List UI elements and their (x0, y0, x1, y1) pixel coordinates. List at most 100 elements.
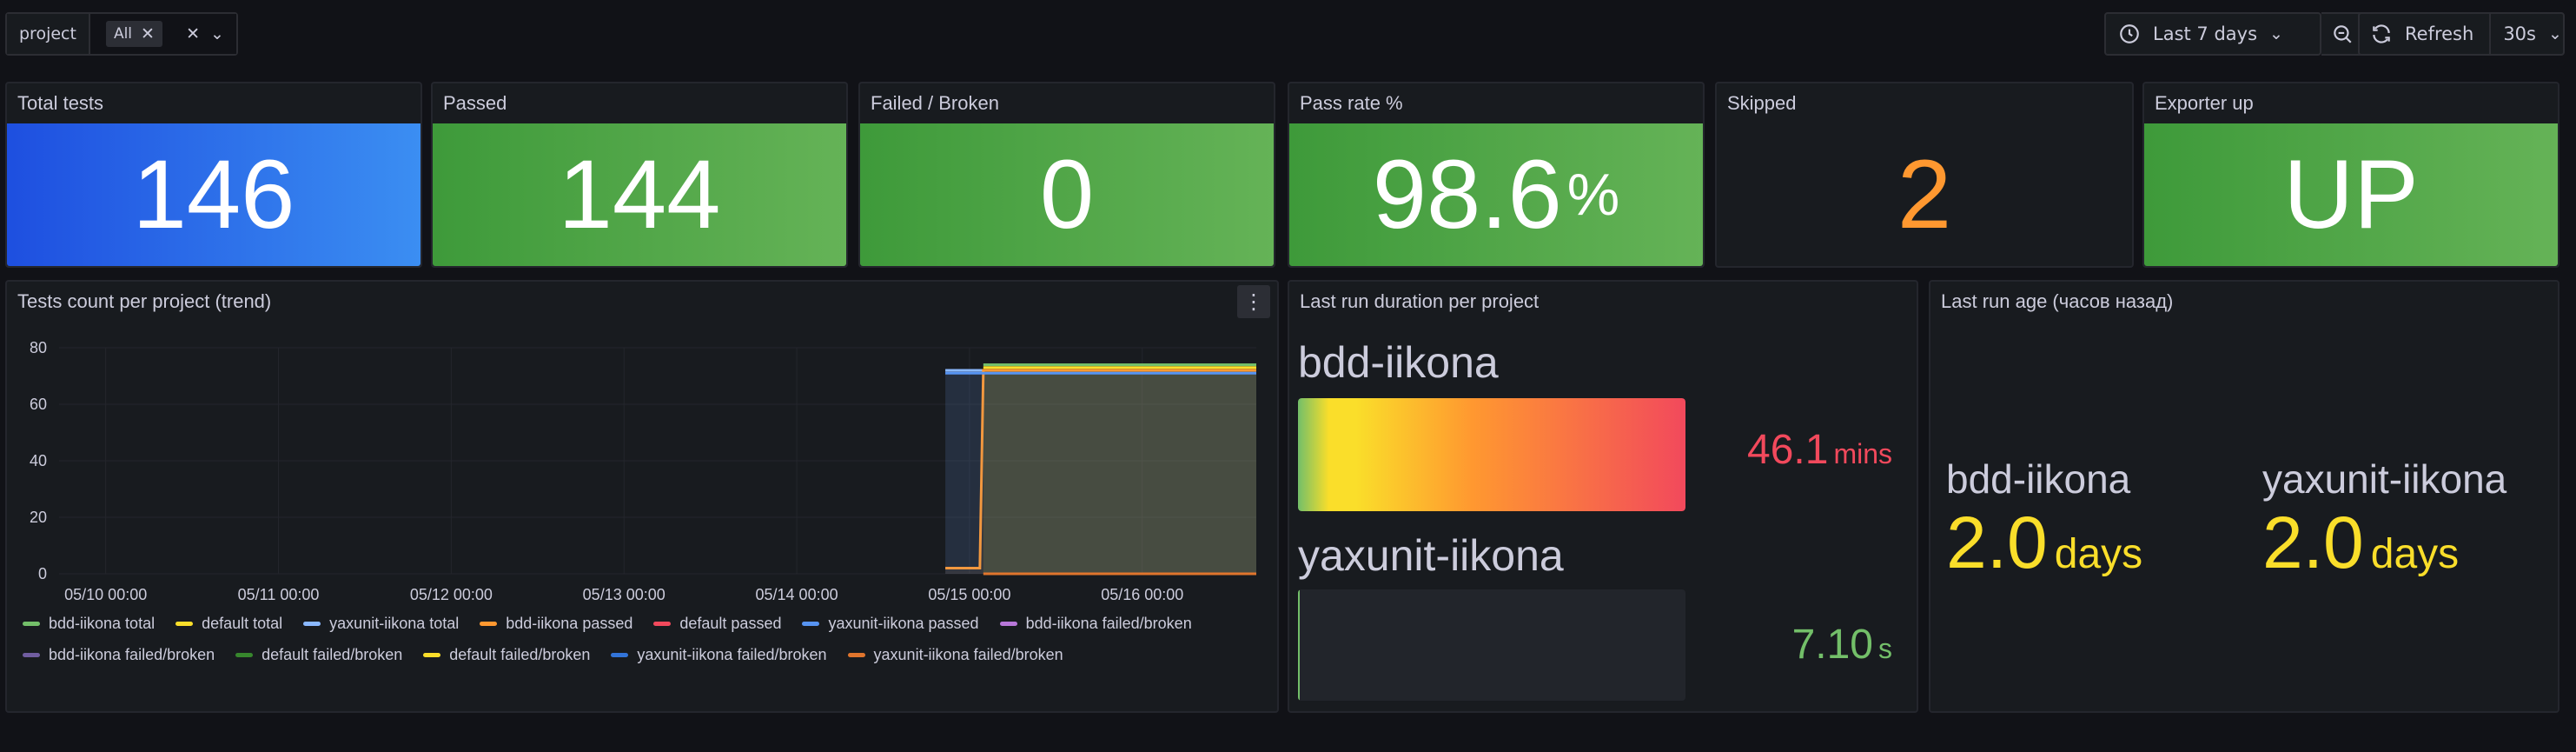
legend-label: yaxunit-iikona failed/broken (637, 645, 827, 663)
legend-swatch (23, 621, 40, 626)
legend-label: bdd-iikona total (49, 614, 156, 632)
legend-item[interactable]: bdd-iikona total (23, 614, 155, 633)
chevron-down-icon[interactable]: ⌄ (210, 24, 224, 43)
panel-title: Last run duration per project (1300, 290, 1540, 312)
y-tick-label: 40 (30, 452, 47, 469)
stat-panel-passed: Passed 144 (431, 82, 848, 268)
legend-item[interactable]: default failed/broken (235, 645, 402, 664)
legend-swatch (175, 621, 194, 626)
bar-track (1298, 589, 1685, 701)
x-tick-label: 05/11 00:00 (238, 586, 320, 603)
x-tick-label: 05/16 00:00 (1101, 586, 1183, 603)
legend-swatch (235, 652, 254, 657)
legend-item[interactable]: yaxunit-iikona failed/broken (611, 645, 827, 664)
stat-panel-failed-broken: Failed / Broken 0 (858, 82, 1275, 268)
bar-value-number: 7.10 (1791, 622, 1873, 668)
bar-label: yaxunit-iikona (1298, 531, 1564, 580)
x-tick-label: 05/15 00:00 (928, 586, 1010, 603)
legend-swatch (802, 621, 820, 626)
x-tick-label: 05/12 00:00 (410, 586, 493, 603)
stat-panel-pass-rate: Pass rate % 98.6 % (1288, 82, 1705, 268)
legend-item[interactable]: bdd-iikona passed (480, 614, 632, 633)
panel-title: Skipped (1727, 92, 1797, 114)
legend-label: yaxunit-iikona total (329, 614, 460, 632)
chip-label: All (113, 25, 133, 43)
legend-label: default failed/broken (262, 645, 403, 663)
panel-title: Failed / Broken (871, 92, 999, 114)
stat-value: 144 (558, 140, 721, 249)
bar-value-unit: mins (1833, 438, 1892, 469)
age-item: bdd-iikona 2.0 days (1946, 456, 2142, 582)
series-area (945, 373, 1256, 574)
stat-value: 98.6 (1372, 140, 1562, 249)
legend-item[interactable]: yaxunit-iikona total (303, 614, 459, 633)
refresh-interval[interactable]: 30s (2503, 23, 2536, 44)
stat-panel-skipped: Skipped 2 (1715, 82, 2134, 268)
x-tick-label: 05/14 00:00 (756, 586, 838, 603)
y-tick-label: 0 (38, 565, 47, 582)
selected-chip: All ✕ (105, 21, 162, 47)
legend-swatch (423, 652, 441, 657)
y-tick-label: 20 (30, 509, 47, 526)
variable-project: project All ✕ ✕ ⌄ (5, 12, 238, 56)
y-tick-label: 80 (30, 339, 47, 356)
refresh-label[interactable]: Refresh (2405, 23, 2473, 44)
duration-panel: Last run duration per project bdd-iikona… (1288, 280, 1918, 713)
legend-item[interactable]: yaxunit-iikona passed (802, 614, 979, 633)
clock-icon (2120, 24, 2139, 43)
bar-value-number: 46.1 (1747, 427, 1829, 473)
bar-value-unit: s (1878, 633, 1892, 664)
bar-value: 46.1 mins (1747, 426, 1892, 474)
legend-label: default total (202, 614, 283, 632)
legend-label: bdd-iikona failed/broken (49, 645, 215, 663)
legend-item[interactable]: default passed (653, 614, 781, 633)
age-number: 2.0 (1946, 502, 2048, 583)
refresh-icon[interactable] (2370, 23, 2393, 45)
chart-legend: bdd-iikona total default total yaxunit-iik… (23, 614, 1256, 664)
stat-value: 0 (1039, 140, 1095, 249)
bar-value: 7.10 s (1792, 621, 1892, 669)
time-range-picker[interactable]: Last 7 days ⌄ (2104, 12, 2321, 56)
clear-icon[interactable]: ✕ (186, 24, 200, 43)
time-range-label: Last 7 days (2153, 23, 2258, 44)
stat-value: UP (2283, 140, 2419, 249)
stat-value-area: 2 (1717, 123, 2132, 266)
panel-title: Total tests (17, 92, 104, 114)
refresh-picker[interactable]: Refresh 30s ⌄ (2358, 12, 2565, 56)
age-value: 2.0 days (2262, 502, 2506, 582)
legend-swatch (23, 652, 40, 657)
trend-chart: 0 20 40 60 80 05/10 00:00 05/11 00:00 05/12 00:… (30, 339, 1256, 603)
variable-select[interactable]: All ✕ ✕ ⌄ (89, 14, 236, 54)
panel-title: Passed (443, 92, 507, 114)
legend-item[interactable]: yaxunit-iikona failed/broken (847, 645, 1063, 664)
age-item: yaxunit-iikona 2.0 days (2262, 456, 2506, 582)
variable-label: project (7, 14, 90, 54)
legend-swatch (653, 621, 672, 626)
bar-fill (1298, 398, 1685, 511)
stat-value-area: 0 (860, 123, 1274, 266)
stat-value-area: 98.6 % (1289, 123, 1703, 266)
panel-title: Exporter up (2155, 92, 2254, 114)
legend-item[interactable]: default failed/broken (423, 645, 590, 664)
bar-label: bdd-iikona (1298, 338, 1499, 387)
stat-value: 146 (132, 140, 295, 249)
legend-swatch (999, 621, 1017, 626)
panel-title: Pass rate % (1300, 92, 1403, 114)
stat-value-area: UP (2144, 123, 2558, 266)
legend-swatch (611, 652, 629, 657)
age-unit: days (2054, 531, 2143, 577)
legend-item[interactable]: bdd-iikona failed/broken (999, 614, 1192, 633)
remove-chip-icon[interactable]: ✕ (141, 24, 155, 43)
chevron-down-icon[interactable]: ⌄ (2548, 24, 2562, 43)
legend-swatch (480, 621, 498, 626)
legend-label: yaxunit-iikona failed/broken (873, 645, 1063, 663)
legend-swatch (303, 621, 321, 626)
trend-chart-panel: Tests count per project (trend) ⋮ 0 20 40 6… (5, 280, 1279, 713)
stat-panel-total-tests: Total tests 146 (5, 82, 422, 268)
panel-title: Last run age (часов назад) (1941, 290, 2174, 312)
stat-unit: % (1566, 162, 1620, 228)
legend-item[interactable]: default total (175, 614, 282, 633)
stat-panel-exporter-up: Exporter up UP (2142, 82, 2559, 268)
x-tick-label: 05/13 00:00 (583, 586, 666, 603)
legend-item[interactable]: bdd-iikona failed/broken (23, 645, 215, 664)
